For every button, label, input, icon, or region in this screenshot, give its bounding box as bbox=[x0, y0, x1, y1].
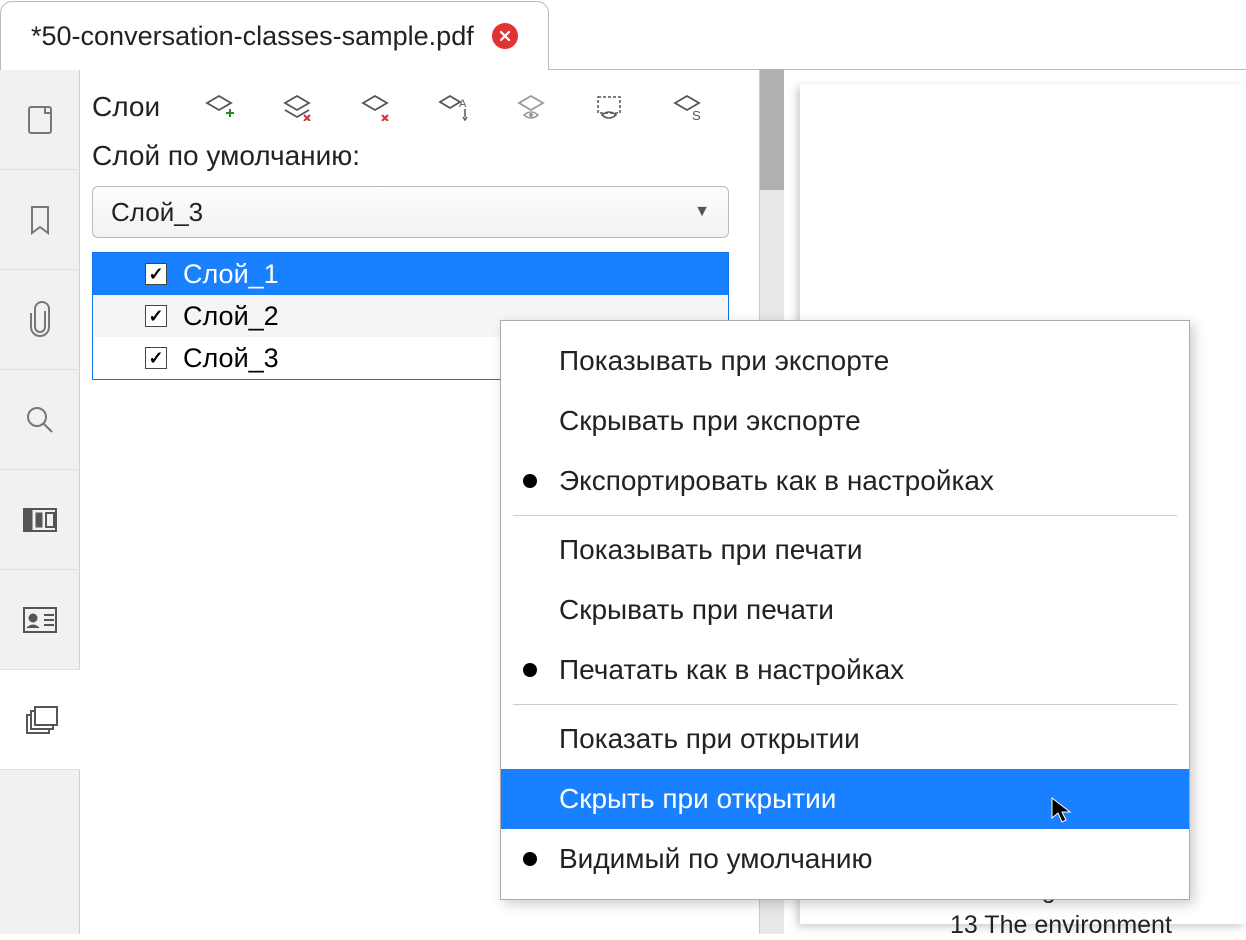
thumbnails-icon[interactable] bbox=[0, 70, 80, 170]
dropdown-value: Слой_3 bbox=[111, 197, 203, 228]
menu-item-show-on-print[interactable]: Показывать при печати bbox=[501, 520, 1189, 580]
layer-checkbox[interactable]: ✓ bbox=[145, 305, 167, 327]
menu-label: Видимый по умолчанию bbox=[559, 843, 872, 875]
menu-label: Показывать при экспорте bbox=[559, 345, 889, 377]
default-layer-dropdown[interactable]: Слой_3 ▼ bbox=[92, 186, 729, 238]
menu-item-show-on-export[interactable]: Показывать при экспорте bbox=[501, 331, 1189, 391]
document-text: 13 The environment bbox=[950, 911, 1246, 940]
layer-checkbox[interactable]: ✓ bbox=[145, 347, 167, 369]
radio-bullet-icon bbox=[523, 474, 537, 488]
menu-label: Скрывать при печати bbox=[559, 594, 834, 626]
add-layer-icon[interactable] bbox=[200, 88, 238, 126]
menu-label: Показать при открытии bbox=[559, 723, 860, 755]
menu-label: Показывать при печати bbox=[559, 534, 862, 566]
document-tab[interactable]: *50-conversation-classes-sample.pdf bbox=[0, 1, 549, 70]
chevron-down-icon: ▼ bbox=[694, 203, 710, 221]
menu-item-show-on-open[interactable]: Показать при открытии bbox=[501, 709, 1189, 769]
menu-label: Печатать как в настройках bbox=[559, 654, 904, 686]
radio-bullet-icon bbox=[523, 852, 537, 866]
panel-title: Слои bbox=[92, 91, 160, 123]
tab-bar: *50-conversation-classes-sample.pdf bbox=[0, 0, 1246, 70]
layer-name: Слой_3 bbox=[183, 343, 279, 374]
menu-separator bbox=[513, 704, 1177, 705]
filmstrip-icon[interactable] bbox=[0, 470, 80, 570]
layers-icon[interactable] bbox=[0, 670, 80, 770]
radio-bullet-icon bbox=[523, 663, 537, 677]
delete-layer-icon[interactable] bbox=[356, 88, 394, 126]
scroll-thumb[interactable] bbox=[760, 70, 784, 190]
default-layer-label: Слой по умолчанию: bbox=[80, 140, 759, 186]
layer-name: Слой_2 bbox=[183, 301, 279, 332]
menu-item-hide-on-export[interactable]: Скрывать при экспорте bbox=[501, 391, 1189, 451]
remove-layer-icon[interactable] bbox=[278, 88, 316, 126]
layer-row[interactable]: ✓ Слой_1 bbox=[93, 253, 728, 295]
menu-label: Скрывать при экспорте bbox=[559, 405, 861, 437]
bookmarks-icon[interactable] bbox=[0, 170, 80, 270]
lock-layer-icon[interactable]: S bbox=[668, 88, 706, 126]
menu-item-hide-on-open[interactable]: Скрыть при открытии bbox=[501, 769, 1189, 829]
layer-context-menu: Показывать при экспорте Скрывать при экс… bbox=[500, 320, 1190, 900]
search-icon[interactable] bbox=[0, 370, 80, 470]
select-layer-icon[interactable] bbox=[590, 88, 628, 126]
tab-title: *50-conversation-classes-sample.pdf bbox=[31, 21, 474, 52]
menu-label: Экспортировать как в настройках bbox=[559, 465, 994, 497]
menu-label: Скрыть при открытии bbox=[559, 783, 836, 815]
sidebar bbox=[0, 70, 80, 934]
rename-layer-icon[interactable]: A bbox=[434, 88, 472, 126]
layer-name: Слой_1 bbox=[183, 259, 279, 290]
panel-header: Слои A bbox=[80, 88, 759, 140]
id-card-icon[interactable] bbox=[0, 570, 80, 670]
visibility-layer-icon[interactable] bbox=[512, 88, 550, 126]
svg-text:S: S bbox=[692, 108, 701, 121]
svg-text:A: A bbox=[459, 98, 467, 110]
layer-toolbar: A S bbox=[200, 88, 706, 126]
menu-item-hide-on-print[interactable]: Скрывать при печати bbox=[501, 580, 1189, 640]
attachments-icon[interactable] bbox=[0, 270, 80, 370]
layer-checkbox[interactable]: ✓ bbox=[145, 263, 167, 285]
menu-item-export-as-settings[interactable]: Экспортировать как в настройках bbox=[501, 451, 1189, 511]
close-icon[interactable] bbox=[492, 23, 518, 49]
menu-item-print-as-settings[interactable]: Печатать как в настройках bbox=[501, 640, 1189, 700]
menu-separator bbox=[513, 515, 1177, 516]
menu-item-visible-by-default[interactable]: Видимый по умолчанию bbox=[501, 829, 1189, 889]
